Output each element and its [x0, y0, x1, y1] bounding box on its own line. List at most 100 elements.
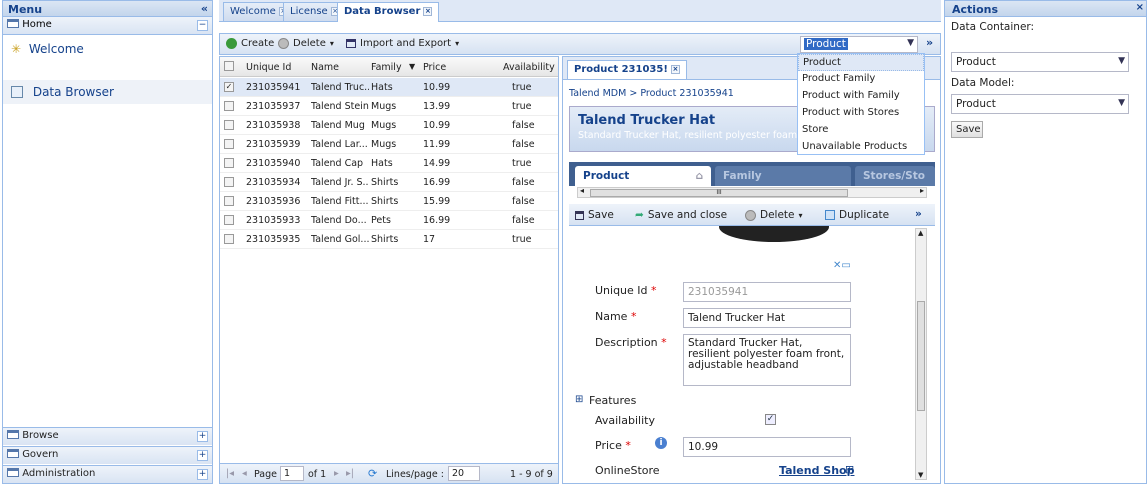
dropdown-option[interactable]: Unavailable Products [798, 139, 924, 156]
online-store-link[interactable]: Talend Shop [779, 464, 854, 477]
grid-icon [11, 86, 23, 98]
availability-checkbox[interactable]: ✓ [765, 414, 776, 425]
table-row[interactable]: 231035939 Talend Lar... Mugs 11.99 false [220, 135, 558, 154]
actions-save-button[interactable]: Save [951, 121, 983, 138]
col-header-availability[interactable]: Availability [503, 62, 555, 73]
dropdown-option[interactable]: Product [798, 54, 924, 71]
vertical-scrollbar[interactable]: ▲ ▼ [915, 228, 927, 480]
menu-bar-govern[interactable]: Govern + [3, 446, 212, 464]
chevron-down-icon[interactable]: ▼ [907, 38, 914, 48]
scroll-left-icon[interactable]: ◂ [580, 186, 584, 195]
create-button[interactable]: Create [226, 38, 274, 49]
scroll-thumb[interactable]: III [590, 189, 848, 197]
duplicate-button[interactable]: Duplicate [825, 209, 889, 221]
scroll-up-icon[interactable]: ▲ [918, 229, 923, 237]
add-icon [226, 38, 237, 49]
row-checkbox[interactable] [224, 158, 234, 168]
features-label[interactable]: Features [589, 394, 636, 407]
col-header-family[interactable]: Family [371, 62, 402, 73]
chevron-down-icon[interactable]: ▼ [1118, 98, 1125, 108]
panel-icon [7, 468, 19, 477]
tab-product-detail[interactable]: Product 231035! × [567, 60, 687, 79]
scroll-right-icon[interactable]: ▸ [920, 186, 924, 195]
subtab-product[interactable]: Product ⌂ [575, 166, 711, 186]
subtab-stores[interactable]: Stores/Sto [855, 166, 935, 186]
page-input[interactable]: 1 [280, 466, 304, 481]
row-checkbox[interactable] [224, 101, 234, 111]
delete-button[interactable]: Delete ▾ [278, 38, 334, 49]
cell-family: Pets [371, 215, 391, 226]
unique-id-label: Unique Id * [595, 284, 657, 297]
name-field[interactable]: Talend Trucker Hat [683, 308, 851, 328]
save-close-button[interactable]: ➦ Save and close [635, 209, 727, 221]
menu-bar-browse[interactable]: Browse + [3, 427, 212, 445]
menu-home-bar[interactable]: Home − [3, 17, 212, 35]
menu-collapse-button[interactable]: « [201, 2, 208, 15]
save-button[interactable]: Save [575, 209, 614, 221]
row-checkbox[interactable] [224, 215, 234, 225]
data-model-select[interactable]: Product ▼ [951, 94, 1129, 114]
collapse-right-icon[interactable]: × [1136, 2, 1144, 13]
dropdown-option[interactable]: Product Family [798, 71, 924, 88]
row-checkbox[interactable] [224, 196, 234, 206]
menu-bar-administration[interactable]: Administration + [3, 465, 212, 483]
col-header-id[interactable]: Unique Id [246, 62, 291, 73]
sort-desc-icon[interactable]: ▼ [409, 62, 415, 71]
next-page-icon[interactable]: ▸ [334, 468, 339, 479]
expand-icon[interactable]: + [197, 469, 208, 480]
row-checkbox[interactable]: ✓ [224, 82, 234, 92]
features-expand-icon[interactable]: ⊞ [575, 394, 583, 405]
dropdown-option[interactable]: Store [798, 122, 924, 139]
detail-toolbar: Save ➦ Save and close Delete ▾ Duplicate » [569, 204, 935, 226]
lines-input[interactable]: 20 [448, 466, 480, 481]
close-icon[interactable]: × [423, 7, 433, 16]
first-page-icon[interactable]: |◂ [226, 468, 234, 479]
detail-delete-button[interactable]: Delete ▾ [745, 209, 803, 221]
collapse-icon[interactable]: − [197, 20, 208, 31]
table-row[interactable]: 231035940 Talend Cap Hats 14.99 true [220, 154, 558, 173]
data-model-value: Product [956, 98, 996, 110]
data-container-select[interactable]: Product ▼ [951, 52, 1129, 72]
description-field[interactable]: Standard Trucker Hat, resilient polyeste… [683, 334, 851, 386]
table-row[interactable]: ✓ 231035941 Talend Truc... Hats 10.99 true [220, 78, 558, 97]
info-icon[interactable]: i [655, 437, 667, 449]
table-row[interactable]: 231035934 Talend Jr. S... Shirts 16.99 false [220, 173, 558, 192]
table-row[interactable]: 231035935 Talend Gol... Shirts 17 true [220, 230, 558, 249]
tab-data-browser[interactable]: Data Browser × [337, 2, 440, 22]
table-row[interactable]: 231035936 Talend Fitt... Shirts 15.99 false [220, 192, 558, 211]
last-page-icon[interactable]: ▸| [346, 468, 354, 479]
table-row[interactable]: 231035938 Talend Mug Mugs 10.99 false [220, 116, 558, 135]
col-header-name[interactable]: Name [311, 62, 339, 73]
row-checkbox[interactable] [224, 177, 234, 187]
entity-select[interactable]: Product ▼ [800, 36, 918, 53]
select-all-checkbox[interactable] [224, 61, 234, 71]
expand-icon[interactable]: + [197, 450, 208, 461]
more-button[interactable]: » [915, 208, 922, 220]
expand-right-button[interactable]: » [926, 36, 933, 49]
cell-availability: true [512, 101, 532, 112]
horizontal-scrollbar[interactable]: ◂ III ▸ [577, 186, 927, 198]
table-row[interactable]: 231035937 Talend Stein Mugs 13.99 true [220, 97, 558, 116]
scroll-down-icon[interactable]: ▼ [918, 471, 923, 479]
price-field[interactable]: 10.99 [683, 437, 851, 457]
add-store-icon[interactable]: ⊞ [845, 463, 854, 476]
chevron-down-icon[interactable]: ▼ [1118, 56, 1125, 66]
menu-item-welcome[interactable]: ✳ Welcome [3, 37, 212, 61]
cell-price: 17 [423, 234, 436, 245]
col-header-price[interactable]: Price [423, 62, 446, 73]
row-checkbox[interactable] [224, 234, 234, 244]
row-checkbox[interactable] [224, 139, 234, 149]
scroll-thumb[interactable] [917, 301, 925, 411]
table-row[interactable]: 231035933 Talend Do... Pets 16.99 false [220, 211, 558, 230]
expand-icon[interactable]: + [197, 431, 208, 442]
dropdown-option[interactable]: Product with Family [798, 88, 924, 105]
subtab-family[interactable]: Family [715, 166, 851, 186]
dropdown-option[interactable]: Product with Stores [798, 105, 924, 122]
import-export-button[interactable]: Import and Export ▾ [346, 38, 459, 49]
refresh-icon[interactable]: ⟳ [368, 467, 377, 480]
menu-item-data-browser[interactable]: Data Browser [3, 80, 212, 104]
row-checkbox[interactable] [224, 120, 234, 130]
close-icon[interactable]: × [670, 65, 680, 74]
remove-image-icon[interactable]: ✕▭ [833, 260, 851, 271]
prev-page-icon[interactable]: ◂ [242, 468, 247, 479]
